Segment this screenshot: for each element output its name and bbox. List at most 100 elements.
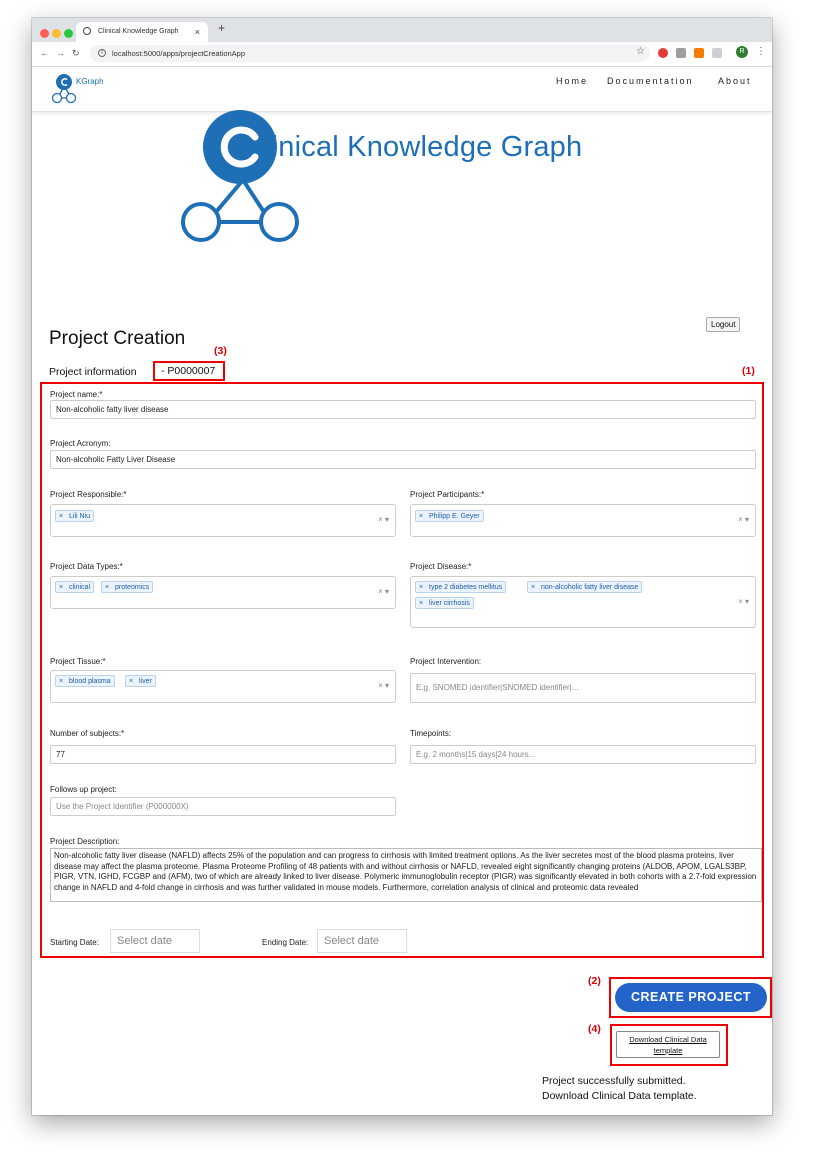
starting-date-input[interactable]: Select date (110, 929, 200, 953)
project-acronym-label: Project Acronym: (50, 439, 111, 448)
chevron-down-icon[interactable]: ▾ (385, 515, 389, 524)
project-name-input[interactable]: Non-alcoholic fatty liver disease (50, 400, 756, 419)
project-datatypes-select[interactable]: × clinical × proteomics × ▾ (50, 576, 396, 609)
back-arrow-icon[interactable]: ← (40, 48, 49, 58)
chevron-down-icon[interactable]: ▾ (745, 515, 749, 524)
chip-remove-icon[interactable]: × (419, 598, 423, 609)
logout-button[interactable]: Logout (706, 317, 741, 332)
project-tissue-label: Project Tissue:* (50, 657, 106, 666)
forward-arrow-icon[interactable]: → (56, 48, 65, 58)
page-title: Project Creation (49, 328, 186, 349)
app-navbar: KGraph Home Documentation About (32, 67, 772, 112)
chip-remove-icon[interactable]: × (59, 511, 63, 522)
chip-label: proteomics (115, 584, 150, 591)
chip-responsible[interactable]: × Lili Niu (55, 510, 95, 522)
chip-participant[interactable]: × Philipp E. Geyer (415, 510, 484, 522)
site-info-icon[interactable]: i (98, 49, 106, 57)
chip-tissue[interactable]: × blood plasma (55, 675, 115, 687)
chip-label: liver (139, 678, 152, 685)
chip-label: type 2 diabetes mellitus (429, 584, 503, 591)
annotation-1: (1) (742, 365, 755, 377)
chip-remove-icon[interactable]: × (59, 582, 63, 593)
chip-remove-icon[interactable]: × (59, 676, 63, 687)
select-controls[interactable]: × ▾ (378, 515, 389, 524)
browser-menu-icon[interactable]: ⋮ (756, 46, 766, 57)
follows-up-input[interactable]: Use the Project Identifier (P000000X) (50, 797, 396, 816)
extension-icon[interactable] (676, 48, 686, 58)
nav-home-link[interactable]: Home (556, 76, 588, 86)
project-datatypes-label: Project Data Types:* (50, 562, 123, 571)
chip-disease[interactable]: × non-alcoholic fatty liver disease (527, 581, 643, 593)
starting-date-label: Starting Date: (50, 938, 99, 947)
number-of-subjects-label: Number of subjects:* (50, 729, 125, 738)
create-project-button[interactable]: CREATE PROJECT (615, 983, 767, 1012)
project-tissue-select[interactable]: × blood plasma × liver × ▾ (50, 670, 396, 703)
chevron-down-icon[interactable]: ▾ (385, 681, 389, 690)
profile-avatar[interactable]: R (736, 46, 748, 58)
close-window-icon[interactable] (40, 29, 49, 38)
window-controls (40, 25, 76, 43)
project-id: - P0000007 (153, 361, 225, 381)
chip-label: clinical (69, 584, 91, 591)
nav-documentation-link[interactable]: Documentation (607, 76, 694, 86)
project-description-textarea[interactable]: Non-alcoholic fatty liver disease (NAFLD… (50, 848, 762, 902)
address-bar[interactable]: i localhost:5000/apps/projectCreationApp (90, 45, 650, 62)
project-responsible-label: Project Responsible:* (50, 490, 127, 499)
chevron-down-icon[interactable]: ▾ (385, 587, 389, 596)
chip-remove-icon[interactable]: × (531, 582, 535, 593)
chip-label: liver cirrhosis (429, 600, 470, 607)
maximize-window-icon[interactable] (64, 29, 73, 38)
clear-icon[interactable]: × (378, 515, 383, 524)
timepoints-input[interactable]: E.g. 2 months|15 days|24 hours... (410, 745, 756, 764)
clear-icon[interactable]: × (378, 587, 383, 596)
project-responsible-select[interactable]: × Lili Niu × ▾ (50, 504, 396, 537)
download-template-button[interactable]: Download Clinical Data template (616, 1031, 720, 1058)
select-controls[interactable]: × ▾ (378, 587, 389, 596)
project-disease-select[interactable]: × type 2 diabetes mellitus × non-alcoholic… (410, 576, 756, 628)
clear-icon[interactable]: × (738, 597, 743, 606)
project-intervention-label: Project Intervention: (410, 657, 482, 666)
minimize-window-icon[interactable] (52, 29, 61, 38)
project-name-label: Project name:* (50, 390, 103, 399)
number-of-subjects-input[interactable]: 77 (50, 745, 396, 764)
clear-icon[interactable]: × (738, 515, 743, 524)
chip-label: blood plasma (69, 678, 111, 685)
select-controls[interactable]: × ▾ (378, 681, 389, 690)
project-information-label: Project information (49, 366, 137, 378)
chevron-down-icon[interactable]: ▾ (745, 597, 749, 606)
brand-name[interactable]: KGraph (76, 77, 104, 86)
chip-datatype[interactable]: × clinical (55, 581, 95, 593)
bookmark-star-icon[interactable]: ☆ (636, 46, 645, 57)
reload-icon[interactable]: ↻ (72, 48, 80, 59)
adblock-extension-icon[interactable] (658, 48, 668, 58)
browser-tab[interactable]: Clinical Knowledge Graph × (76, 22, 208, 42)
status-line-2: Download Clinical Data template. (542, 1090, 697, 1102)
select-controls[interactable]: × ▾ (738, 597, 749, 606)
chip-disease[interactable]: × type 2 diabetes mellitus (415, 581, 507, 593)
globe-icon (83, 27, 91, 35)
project-participants-select[interactable]: × Philipp E. Geyer × ▾ (410, 504, 756, 537)
chip-remove-icon[interactable]: × (419, 582, 423, 593)
browser-toolbar: ← → ↻ i localhost:5000/apps/projectCreat… (32, 42, 772, 67)
chip-datatype[interactable]: × proteomics (101, 581, 154, 593)
project-intervention-input[interactable]: E.g. SNOMED identifier|SNOMED identifier… (410, 673, 756, 703)
clear-icon[interactable]: × (378, 681, 383, 690)
new-tab-button[interactable]: + (218, 21, 225, 35)
tab-close-icon[interactable]: × (195, 22, 200, 42)
chip-remove-icon[interactable]: × (419, 511, 423, 522)
nav-about-link[interactable]: About (718, 76, 752, 86)
extension-orange-icon[interactable] (694, 48, 704, 58)
tab-title: Clinical Knowledge Graph (98, 28, 179, 35)
project-participants-label: Project Participants:* (410, 490, 485, 499)
chip-remove-icon[interactable]: × (129, 676, 133, 687)
chip-remove-icon[interactable]: × (105, 582, 109, 593)
ending-date-input[interactable]: Select date (317, 929, 407, 953)
status-message: Project successfully submitted. Download… (542, 1074, 697, 1104)
chip-disease[interactable]: × liver cirrhosis (415, 597, 474, 609)
project-acronym-input[interactable]: Non-alcoholic Fatty Liver Disease (50, 450, 756, 469)
chip-tissue[interactable]: × liver (125, 675, 156, 687)
annotation-4: (4) (588, 1023, 601, 1035)
select-controls[interactable]: × ▾ (738, 515, 749, 524)
extension-puzzle-icon[interactable] (712, 48, 722, 58)
annotation-3: (3) (214, 345, 227, 357)
